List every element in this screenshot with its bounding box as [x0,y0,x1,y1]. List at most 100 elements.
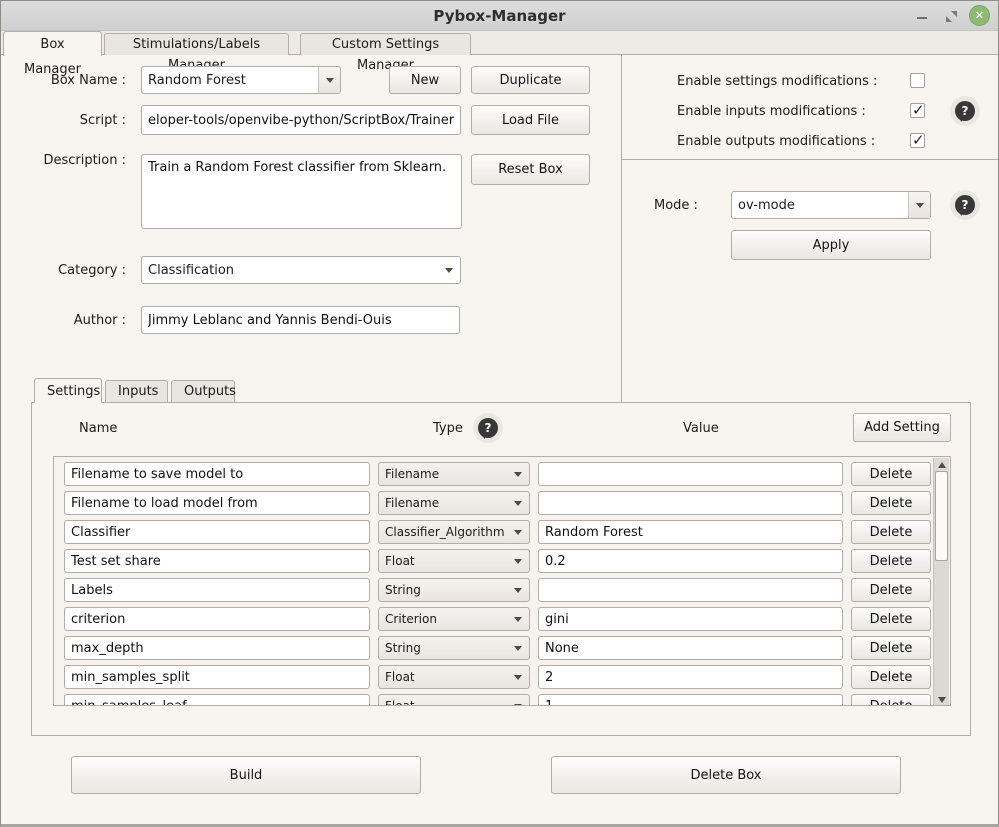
mode-label: Mode : [654,198,698,213]
chevron-down-icon [445,268,453,273]
modifications-help-icon[interactable]: ? [950,96,980,126]
chevron-down-icon[interactable] [318,67,340,93]
value-column-header: Value [683,421,719,436]
setting-type-select[interactable]: Filename [378,462,530,486]
author-input[interactable] [141,306,460,334]
chevron-down-icon [514,704,522,707]
box-name-value: Random Forest [142,73,318,88]
app-window: Pybox-Manager ✕ Box Manager Stimulations… [0,0,999,827]
setting-name-input[interactable] [64,549,370,573]
delete-setting-button[interactable]: Delete [851,636,931,660]
settings-rows: Filename Delete Filename Delete Classifi… [53,456,951,706]
load-file-button[interactable]: Load File [471,105,590,135]
add-setting-button[interactable]: Add Setting [853,413,951,442]
delete-setting-button[interactable]: Delete [851,462,931,486]
category-dropdown[interactable]: Classification [141,256,461,284]
setting-row: String Delete [54,578,950,602]
panel-divider-horizontal [622,159,999,160]
setting-name-input[interactable] [64,520,370,544]
mode-dropdown[interactable]: ov-mode [731,191,931,219]
enable-settings-checkbox[interactable] [910,73,925,88]
tab-custom-settings-manager[interactable]: Custom Settings Manager [300,33,471,55]
setting-name-input[interactable] [64,491,370,515]
setting-name-input[interactable] [64,578,370,602]
close-icon[interactable]: ✕ [969,5,990,26]
setting-type-select[interactable]: Filename [378,491,530,515]
box-name-combobox[interactable]: Random Forest [141,66,341,94]
chevron-down-icon [514,472,522,477]
setting-type-select[interactable]: Float [378,549,530,573]
delete-box-button[interactable]: Delete Box [551,756,901,794]
setting-value-input[interactable] [538,636,843,660]
setting-row: Float Delete [54,665,950,689]
title-bar: Pybox-Manager ✕ [1,1,998,31]
chevron-down-icon [514,559,522,564]
category-label: Category : [21,263,126,278]
tab-stimulations-labels-manager[interactable]: Stimulations/Labels Manager [104,33,289,55]
setting-value-input[interactable] [538,578,843,602]
setting-type-select[interactable]: String [378,578,530,602]
type-help-icon[interactable]: ? [473,413,503,443]
apply-button[interactable]: Apply [731,230,931,260]
script-label: Script : [21,113,126,128]
setting-row: Filename Delete [54,462,950,486]
delete-setting-button[interactable]: Delete [851,694,931,706]
type-column-header: Type [433,421,463,436]
setting-value-input[interactable] [538,549,843,573]
setting-value-input[interactable] [538,607,843,631]
enable-settings-label: Enable settings modifications : [677,74,877,89]
setting-name-input[interactable] [64,607,370,631]
duplicate-button[interactable]: Duplicate [471,66,590,94]
script-input[interactable] [141,105,461,135]
setting-value-input[interactable] [538,694,843,706]
setting-type-select[interactable]: Float [378,694,530,706]
setting-value-input[interactable] [538,491,843,515]
minimize-icon[interactable] [917,17,927,19]
enable-inputs-checkbox[interactable] [910,103,925,118]
delete-setting-button[interactable]: Delete [851,520,931,544]
setting-row: Classifier_Algorithm Delete [54,520,950,544]
setting-row: String Delete [54,636,950,660]
setting-value-input[interactable] [538,462,843,486]
subtab-inputs[interactable]: Inputs [105,380,168,402]
setting-name-input[interactable] [64,636,370,660]
setting-name-input[interactable] [64,694,370,706]
description-label: Description : [21,153,126,168]
setting-value-input[interactable] [538,520,843,544]
delete-setting-button[interactable]: Delete [851,491,931,515]
setting-type-select[interactable]: Classifier_Algorithm [378,520,530,544]
build-button[interactable]: Build [71,756,421,794]
enable-outputs-checkbox[interactable] [910,133,925,148]
setting-type-select[interactable]: Criterion [378,607,530,631]
tab-box-manager[interactable]: Box Manager [3,31,102,56]
new-button[interactable]: New [389,66,461,94]
chevron-down-icon [514,675,522,680]
setting-type-select[interactable]: String [378,636,530,660]
mode-value: ov-mode [732,198,908,213]
restore-icon[interactable] [946,11,957,22]
setting-row: Float Delete [54,694,950,706]
panel-divider-vertical [621,55,622,402]
delete-setting-button[interactable]: Delete [851,607,931,631]
setting-type-select[interactable]: Float [378,665,530,689]
delete-setting-button[interactable]: Delete [851,549,931,573]
subtab-outputs[interactable]: Outputs [171,380,235,402]
reset-box-button[interactable]: Reset Box [471,154,590,185]
setting-name-input[interactable] [64,665,370,689]
chevron-down-icon[interactable] [908,192,930,218]
enable-inputs-label: Enable inputs modifications : [677,104,866,119]
chevron-down-icon [514,588,522,593]
description-textarea[interactable] [141,154,462,229]
setting-value-input[interactable] [538,665,843,689]
setting-name-input[interactable] [64,462,370,486]
chevron-down-icon [514,617,522,622]
subtab-settings[interactable]: Settings [34,378,102,403]
delete-setting-button[interactable]: Delete [851,665,931,689]
delete-setting-button[interactable]: Delete [851,578,931,602]
setting-row: Float Delete [54,549,950,573]
name-column-header: Name [79,421,117,436]
author-label: Author : [21,313,126,328]
chevron-down-icon [514,530,522,535]
main-tab-strip: Box Manager Stimulations/Labels Manager … [1,31,998,55]
mode-help-icon[interactable]: ? [950,190,980,220]
